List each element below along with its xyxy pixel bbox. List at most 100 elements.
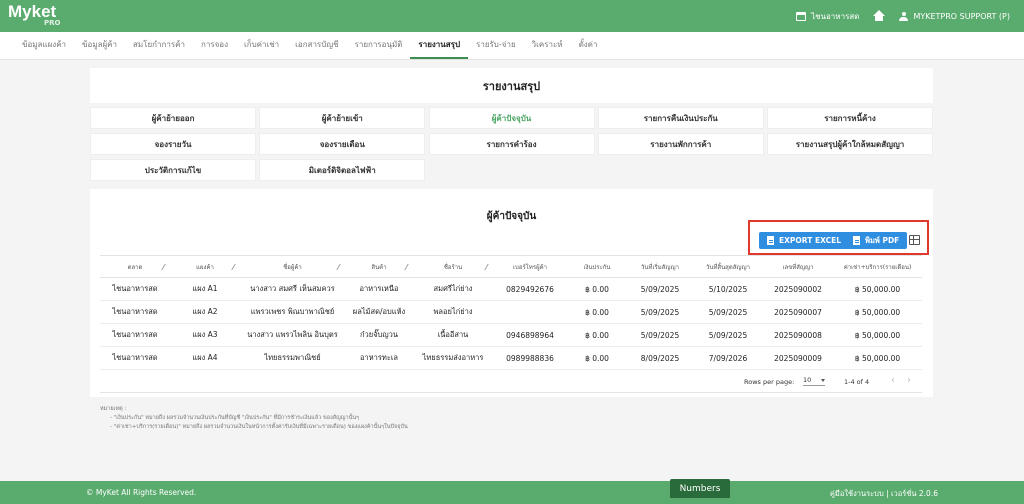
- table-cell: [493, 300, 567, 324]
- column-header-label: วันที่เริ่มสัญญา: [641, 263, 679, 271]
- table-cell: ฿ 50,000.00: [833, 300, 922, 324]
- main-nav: ข้อมูลแผงค้า ข้อมูลผู้ค้า สมโยกำการค้า การจ…: [0, 32, 1024, 60]
- column-header-label: แผงค้า: [196, 263, 214, 271]
- column-header[interactable]: สินค้า: [345, 255, 413, 278]
- next-page-button[interactable]: ›: [907, 375, 911, 386]
- rows-per-page-select[interactable]: 10: [803, 376, 825, 386]
- table-cell: ฿ 50,000.00: [833, 346, 922, 370]
- nav-tab-0[interactable]: ข้อมูลแผงค้า: [14, 32, 74, 59]
- report-button-10[interactable]: ประวัติการแก้ไข: [90, 159, 256, 181]
- table-cell: 5/09/2025: [627, 323, 693, 347]
- prev-page-button[interactable]: ‹: [891, 375, 895, 386]
- resize-handle-icon[interactable]: [157, 264, 166, 270]
- user-icon: [899, 11, 909, 21]
- app-logo[interactable]: Myket: [8, 3, 56, 20]
- table-cell: 0829492676: [493, 277, 567, 301]
- table-cell: เนื้ออีสาน: [413, 323, 493, 347]
- nav-tab-6[interactable]: รายการอนุมัติ: [347, 32, 411, 59]
- report-button-5[interactable]: จองรายวัน: [90, 133, 256, 155]
- column-header[interactable]: เลขที่สัญญา: [763, 255, 833, 278]
- nav-tab-2[interactable]: สมโยกำการค้า: [125, 32, 193, 59]
- columns-settings-icon[interactable]: [909, 235, 920, 245]
- page-title: รายงานสรุป: [90, 68, 933, 103]
- resize-handle-icon[interactable]: [332, 264, 341, 270]
- report-button-1[interactable]: ผู้ค้าย้ายเข้า: [259, 107, 426, 129]
- table-cell: 2025090007: [763, 300, 833, 324]
- column-header[interactable]: ตลาด: [100, 255, 170, 278]
- resize-handle-icon[interactable]: [400, 264, 409, 270]
- column-header[interactable]: เงินประกัน: [567, 255, 627, 278]
- column-header[interactable]: ชื่อผู้ค้า: [240, 255, 345, 278]
- note-line: - "เงินประกัน" หมายถึง ผลรวมจำนวนเงินประ…: [110, 415, 360, 421]
- report-button-0[interactable]: ผู้ค้าย้ายออก: [90, 107, 256, 129]
- report-button-9[interactable]: รายงานสรุปผู้ค้าใกล้หมดสัญญา: [767, 133, 933, 155]
- table-row[interactable]: ไชนอาหารสด แผง A4 ไทยธรรมพาณิชย์ อาหารทะเลไ…: [100, 346, 922, 370]
- table-cell: 2025090009: [763, 346, 833, 370]
- nav-tab-5[interactable]: เอกสารบัญชี: [287, 32, 346, 59]
- market-selector[interactable]: ไชนอาหารสด: [796, 10, 859, 23]
- report-button-4[interactable]: รายการหนี้ค้าง: [767, 107, 933, 129]
- print-pdf-label: พิมพ์ PDF: [865, 235, 900, 245]
- column-header-label: เลขที่สัญญา: [782, 263, 814, 271]
- column-header[interactable]: วันที่สิ้นสุดสัญญา: [693, 255, 763, 278]
- table-cell: แผง A1: [170, 277, 240, 301]
- document-icon: [767, 236, 774, 245]
- table-cell: 0989988836: [493, 346, 567, 370]
- notes-title: หมายเหตุ :: [100, 406, 127, 412]
- rows-per-page-label: Rows per page:: [744, 378, 795, 386]
- table-cell: ฿ 0.00: [567, 277, 627, 301]
- report-button-2[interactable]: ผู้ค้าปัจจุบัน: [428, 107, 595, 129]
- table-cell: ก๋วยจั๊บญวน: [345, 323, 413, 347]
- table-cell: ฿ 50,000.00: [833, 323, 922, 347]
- nav-tab-4[interactable]: เก็บค่าเช่า: [236, 32, 287, 59]
- table-row[interactable]: ไชนอาหารสด แผง A3 นางสาว แพรวไพลิน อินบุตร…: [100, 323, 922, 347]
- column-header[interactable]: แผงค้า: [170, 255, 240, 278]
- table-cell: พลอยไก่ย่าง: [413, 300, 493, 324]
- table-row[interactable]: ไชนอาหารสด แผง A2 แพรวเพชร พิณบาพาณิชย์ ผลไ…: [100, 300, 922, 324]
- resize-handle-icon[interactable]: [227, 264, 236, 270]
- pagination: Rows per page: 10 1-4 of 4 ‹ ›: [100, 371, 922, 393]
- notes: หมายเหตุ : - "เงินประกัน" หมายถึง ผลรวมจ…: [100, 405, 920, 432]
- column-header-label: ค่าเช่า+บริการ(รายเดือน): [843, 263, 912, 271]
- nav-tab-1[interactable]: ข้อมูลผู้ค้า: [74, 32, 125, 59]
- page-range: 1-4 of 4: [844, 378, 870, 386]
- top-bar: Myket PRO ไชนอาหารสด MYKETPRO SUPPORT (P…: [0, 0, 1024, 32]
- nav-tab-3[interactable]: การจอง: [193, 32, 236, 59]
- store-icon: [796, 11, 807, 21]
- table-cell: 2025090002: [763, 277, 833, 301]
- report-button-8[interactable]: รายงานพักการค้า: [597, 133, 764, 155]
- table-cell: สมศรีไก่ย่าง: [413, 277, 493, 301]
- table-row[interactable]: ไชนอาหารสด แผง A1 นางสาว สมศรี เห็นสมควร อา…: [100, 277, 922, 301]
- column-header[interactable]: วันที่เริ่มสัญญา: [627, 255, 693, 278]
- table-cell: ผลไม้สด/อบแห้ง: [345, 300, 413, 324]
- home-button[interactable]: [873, 10, 886, 21]
- chevron-down-icon: [821, 379, 825, 382]
- nav-tab-8[interactable]: รายรับ-จ่าย: [468, 32, 524, 59]
- report-button-11[interactable]: มิเตอร์ดิจิตอลไฟฟ้า: [259, 159, 426, 181]
- nav-tab-7[interactable]: รายงานสรุป: [410, 32, 469, 59]
- note-line: - "ค่าเช่า+บริการ(รายเดือน)" หมายถึง ผลร…: [110, 424, 408, 430]
- nav-tab-9[interactable]: วิเคราะห์: [524, 32, 571, 59]
- table-cell: ไชนอาหารสด: [100, 300, 170, 324]
- market-name: ไชนอาหารสด: [811, 11, 860, 21]
- version-link[interactable]: คู่มือใช้งานระบบ | เวอร์ชั่น 2.0.6: [830, 488, 938, 500]
- nav-tab-10[interactable]: ตั้งค่า: [571, 32, 606, 59]
- column-header[interactable]: เบอร์โทรผู้ค้า: [493, 255, 567, 278]
- report-button-7[interactable]: รายการคำร้อง: [428, 133, 595, 155]
- table-cell: แผง A4: [170, 346, 240, 370]
- print-pdf-button[interactable]: พิมพ์ PDF: [845, 232, 908, 249]
- user-name: MYKETPRO SUPPORT (P): [913, 11, 1010, 21]
- report-button-6[interactable]: จองรายเดือน: [259, 133, 426, 155]
- table-cell: ไชนอาหารสด: [100, 346, 170, 370]
- table-cell: ไทยธรรมพาณิชย์: [240, 346, 345, 370]
- user-menu[interactable]: MYKETPRO SUPPORT (P): [899, 11, 1010, 21]
- report-button-3[interactable]: รายการคืนเงินประกัน: [597, 107, 764, 129]
- table-cell: 5/09/2025: [693, 300, 763, 324]
- column-header[interactable]: ชื่อร้าน: [413, 255, 493, 278]
- copyright: © MyKet All Rights Reserved.: [86, 488, 197, 497]
- export-excel-button[interactable]: EXPORT EXCEL: [759, 232, 849, 249]
- column-header[interactable]: ค่าเช่า+บริการ(รายเดือน): [833, 255, 922, 278]
- column-header-label: เงินประกัน: [583, 263, 611, 271]
- numbers-tab[interactable]: Numbers: [670, 479, 730, 498]
- resize-handle-icon[interactable]: [480, 264, 489, 270]
